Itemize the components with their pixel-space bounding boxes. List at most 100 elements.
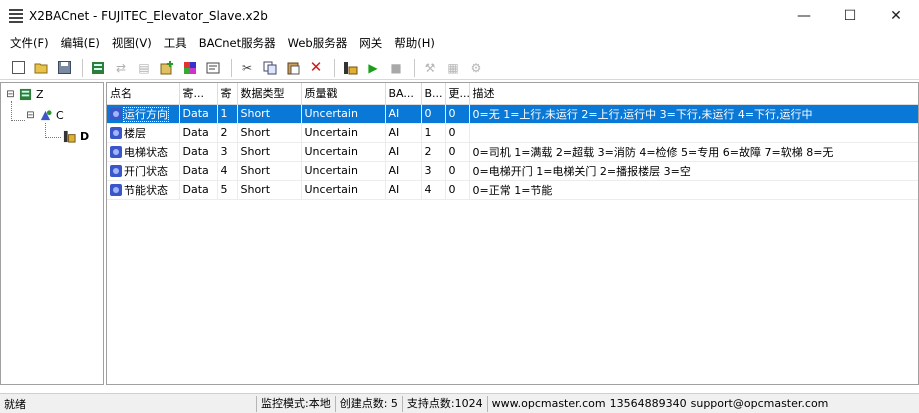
status-phone: 13564889340 (609, 396, 687, 410)
channel-icon (40, 109, 52, 120)
column-header-description[interactable]: 描述 (469, 83, 918, 105)
column-header-data-type[interactable]: 数据类型 (237, 83, 302, 105)
column-header-name[interactable]: 点名 (107, 83, 180, 105)
toolbar: ⇄ ▤ ✂ ✕ ▶ ■ ⚒ ▦ ⚙ (0, 56, 919, 80)
cell-reg: 3 (217, 142, 238, 162)
point-icon (110, 126, 122, 139)
column-header-update[interactable]: 更... (445, 83, 470, 105)
new-file-icon[interactable] (8, 58, 28, 78)
menu-view[interactable]: 视图(V) (106, 33, 158, 53)
column-header-reg-type[interactable]: 寄... (179, 83, 218, 105)
cell-description (469, 123, 918, 143)
status-mode: 监控模式:本地 (256, 395, 335, 412)
table-row[interactable]: 电梯状态 Data 3 Short Uncertain AI 2 0 0=司机 … (107, 142, 918, 162)
close-button[interactable]: ✕ (873, 0, 919, 32)
cell-reg-type: Data (179, 142, 218, 162)
cell-bacnet-type: AI (385, 104, 422, 124)
device-icon[interactable] (88, 58, 108, 78)
disabled-icon[interactable]: ▤ (134, 58, 154, 78)
menu-gateway[interactable]: 网关 (353, 33, 388, 53)
minimize-button[interactable]: — (781, 0, 827, 32)
paste-icon[interactable] (283, 58, 303, 78)
cell-reg-type: Data (179, 104, 218, 124)
column-header-quality[interactable]: 质量戳 (301, 83, 386, 105)
device-icon (63, 130, 76, 143)
status-created-points: 创建点数: 5 (334, 395, 402, 412)
stop-icon[interactable]: ■ (386, 58, 406, 78)
toolbar-separator (82, 58, 83, 77)
cell-bacnet-instance: 4 (421, 180, 446, 200)
menu-bar: 文件(F) 编辑(E) 视图(V) 工具 BACnet服务器 Web服务器 网关… (0, 33, 919, 53)
status-ready: 就绪 (4, 397, 26, 411)
status-website: www.opcmaster.com (486, 395, 610, 412)
tree-node-root[interactable]: ⊟ Z (5, 86, 44, 102)
cell-quality: Uncertain (301, 123, 386, 143)
cell-reg: 2 (217, 123, 238, 143)
maximize-button[interactable]: ☐ (827, 0, 873, 32)
cell-reg: 4 (217, 161, 238, 181)
cell-reg: 1 (217, 104, 238, 124)
menu-bacnet-server[interactable]: BACnet服务器 (193, 33, 282, 53)
toolbar-separator (414, 58, 415, 77)
cell-description: 0=司机 1=满载 2=超载 3=消防 4=检修 5=专用 6=故障 7=软梯 … (469, 142, 918, 162)
menu-tools[interactable]: 工具 (158, 33, 193, 53)
menu-help[interactable]: 帮助(H) (388, 33, 441, 53)
table-row[interactable]: 运行方向 Data 1 Short Uncertain AI 0 0 0=无 1… (107, 104, 918, 124)
cell-update: 0 (445, 104, 470, 124)
cell-bacnet-type: AI (385, 161, 422, 181)
copy-icon[interactable] (260, 58, 280, 78)
cell-description: 0=正常 1=节能 (469, 180, 918, 200)
status-bar: 就绪 监控模式:本地 创建点数: 5 支持点数:1024 www.opcmast… (0, 393, 919, 413)
tree-node-label: Z (36, 87, 44, 101)
cell-update: 0 (445, 180, 470, 200)
column-header-bacnet-type[interactable]: BA... (385, 83, 422, 105)
properties-icon[interactable] (203, 58, 223, 78)
cell-bacnet-instance: 1 (421, 123, 446, 143)
window-title: X2BACnet - FUJITEC_Elevator_Slave.x2b (29, 9, 268, 23)
disabled-icon[interactable]: ⇄ (111, 58, 131, 78)
cell-data-type: Short (237, 161, 302, 181)
collapse-icon[interactable]: ⊟ (5, 89, 16, 99)
device-tree: ⊟ Z ⊟ C D (0, 82, 104, 385)
add-icon[interactable] (157, 58, 177, 78)
point-icon (110, 183, 122, 196)
point-name: 开门状态 (124, 164, 168, 178)
column-header-bacnet-instance[interactable]: B... (421, 83, 446, 105)
cell-quality: Uncertain (301, 104, 386, 124)
tree-node-label: C (56, 108, 64, 122)
cell-reg: 5 (217, 180, 238, 200)
cell-update: 0 (445, 161, 470, 181)
run-icon[interactable]: ▶ (363, 58, 383, 78)
point-name: 电梯状态 (124, 145, 168, 159)
table-row[interactable]: 楼层 Data 2 Short Uncertain AI 1 0 (107, 123, 918, 143)
app-icon (9, 8, 23, 24)
point-name: 节能状态 (124, 183, 168, 197)
disabled-icon[interactable]: ▦ (443, 58, 463, 78)
disabled-icon[interactable]: ⚒ (420, 58, 440, 78)
table-row[interactable]: 开门状态 Data 4 Short Uncertain AI 3 0 0=电梯开… (107, 161, 918, 181)
tree-node-device[interactable]: D (63, 128, 89, 144)
disabled-icon[interactable]: ⚙ (466, 58, 486, 78)
save-icon[interactable] (54, 58, 74, 78)
open-folder-icon[interactable] (31, 58, 51, 78)
delete-icon[interactable]: ✕ (306, 58, 326, 78)
menu-file[interactable]: 文件(F) (4, 33, 55, 53)
cell-quality: Uncertain (301, 161, 386, 181)
color-icon[interactable] (180, 58, 200, 78)
cell-bacnet-type: AI (385, 180, 422, 200)
collapse-icon[interactable]: ⊟ (25, 110, 36, 120)
point-name: 运行方向 (123, 106, 169, 122)
menu-edit[interactable]: 编辑(E) (55, 33, 106, 53)
monitor-icon[interactable] (340, 58, 360, 78)
cut-icon[interactable]: ✂ (237, 58, 257, 78)
toolbar-separator (334, 58, 335, 77)
status-email: support@opcmaster.com (690, 396, 829, 410)
menu-web-server[interactable]: Web服务器 (282, 33, 354, 53)
tree-node-channel[interactable]: ⊟ C (25, 107, 64, 123)
column-header-reg[interactable]: 寄 (217, 83, 238, 105)
point-icon (110, 164, 122, 177)
cell-data-type: Short (237, 180, 302, 200)
table-row[interactable]: 节能状态 Data 5 Short Uncertain AI 4 0 0=正常 … (107, 180, 918, 200)
point-icon (110, 145, 122, 158)
cell-quality: Uncertain (301, 142, 386, 162)
